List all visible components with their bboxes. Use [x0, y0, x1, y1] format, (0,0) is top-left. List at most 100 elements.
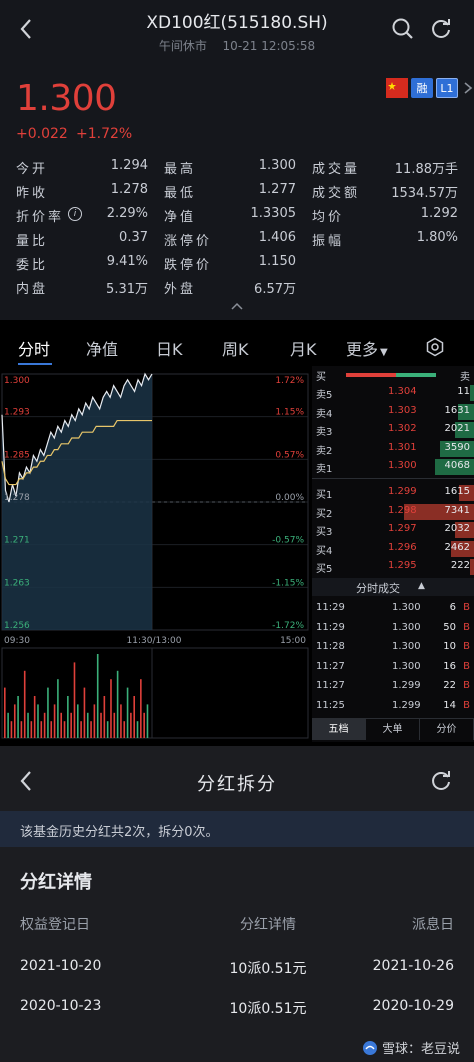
trade-volume: 14: [443, 699, 456, 711]
level-label: 买5: [316, 564, 333, 575]
trade-side: B: [463, 602, 470, 613]
level-price: 1.295: [388, 560, 417, 571]
level-volume: 7341: [444, 504, 470, 516]
snowball-logo-icon: [362, 1040, 377, 1055]
level-volume: 1615: [444, 486, 470, 497]
volume-bar: [86, 712, 89, 738]
trade-row: 11:29 1.300 50 B: [312, 620, 474, 638]
volume-bar: [50, 721, 53, 738]
tab-monthly-k[interactable]: 月K: [290, 336, 317, 360]
volume-bar: [37, 704, 39, 738]
trade-volume: 10: [443, 641, 456, 652]
price-change: +0.022: [16, 126, 68, 142]
quote-label: 净值: [164, 210, 197, 225]
ask-row[interactable]: 卖1 1.300 4068: [312, 458, 474, 476]
volume-bar: [113, 712, 116, 738]
x-tick: 09:30: [4, 636, 30, 646]
volume-bar: [103, 696, 106, 738]
level-price: 1.303: [388, 404, 417, 416]
level-label: 买2: [316, 508, 333, 520]
quote-label: 昨收: [16, 186, 49, 201]
y-tick-left: 1.263: [4, 578, 30, 588]
level-badge: L1: [436, 78, 458, 98]
bid-row[interactable]: 买1 1.299 1615: [312, 484, 474, 502]
volume-bar: [90, 721, 92, 738]
volume-bar: [126, 687, 129, 738]
tab-weekly-k[interactable]: 周K: [222, 336, 249, 360]
trade-time: 11:27: [316, 660, 345, 672]
volume-bar: [57, 679, 59, 738]
quote-label: 委比: [16, 258, 49, 273]
trade-volume: 22: [443, 680, 456, 691]
bid-row[interactable]: 买4 1.296 2462: [312, 540, 474, 558]
info-icon[interactable]: i: [68, 207, 82, 221]
ask-row[interactable]: 卖4 1.303 1631: [312, 403, 474, 421]
caret-up-icon: ▲: [418, 581, 425, 591]
settings-button[interactable]: [424, 336, 446, 358]
book-tab[interactable]: 五档: [312, 719, 366, 740]
level-price: 1.296: [388, 541, 417, 553]
volume-bar: [80, 721, 82, 738]
refresh-icon: [432, 19, 450, 38]
book-tab[interactable]: 分价: [420, 719, 474, 740]
tab-daily-k[interactable]: 日K: [156, 336, 183, 360]
volume-bar: [110, 679, 112, 738]
tab-intraday[interactable]: 分时: [18, 336, 50, 360]
watermark: 雪球：老豆说: [362, 1038, 460, 1057]
trade-volume: 6: [449, 602, 456, 613]
menu-icon[interactable]: [461, 78, 474, 98]
collapse-button[interactable]: [226, 298, 248, 314]
tab-nav[interactable]: 净值: [86, 336, 118, 360]
trade-side: B: [463, 660, 470, 672]
quote-value: 1.80%: [416, 230, 458, 245]
volume-bar: [93, 704, 96, 738]
status-text: 午间休市: [158, 39, 207, 53]
y-tick-left: 1.285: [4, 450, 30, 460]
ratio-bar-green: [396, 373, 436, 377]
search-button[interactable]: [388, 14, 418, 44]
row2-pay-date: 2020-10-29: [372, 998, 454, 1014]
refresh-button[interactable]: [426, 14, 456, 44]
book-bottom-tabs: 五档 大单 分价: [312, 718, 474, 740]
trade-row: 11:28 1.300 10 B: [312, 639, 474, 657]
level-label: 买3: [316, 527, 333, 538]
tab-more[interactable]: 更多 ▼: [346, 336, 388, 360]
sheet-refresh-button[interactable]: [426, 766, 456, 796]
trade-side: B: [463, 699, 470, 711]
col-header-record-date: 权益登记日: [20, 917, 90, 933]
bid-row[interactable]: 买2 1.298 7341: [312, 503, 474, 521]
trade-volume: 50: [443, 621, 456, 633]
quote-label[interactable]: 折价率: [16, 206, 64, 225]
ask-row[interactable]: 卖3 1.302 2021: [312, 421, 474, 439]
current-price: 1.300: [16, 78, 117, 119]
quote-value: 1.277: [258, 182, 296, 197]
quote-panel: XD100红(515180.SH) 午间休市 10-21 12:05:58 1.…: [0, 0, 474, 320]
refresh-icon: [432, 771, 450, 790]
book-tab[interactable]: 大单: [366, 719, 420, 740]
volume-bar: [77, 704, 79, 738]
section-title: 分红详情: [20, 872, 92, 893]
volume-bar: [27, 712, 29, 738]
volume-bar: [106, 721, 109, 738]
level-volume: 222: [450, 560, 470, 571]
trade-price: 1.300: [392, 621, 421, 633]
level-price: 1.301: [388, 441, 417, 453]
bid-row[interactable]: 买5 1.295 222: [312, 558, 474, 576]
level-label: 买4: [316, 545, 333, 557]
chevron-up-icon: [231, 302, 243, 310]
trade-side: B: [463, 680, 470, 691]
quote-label: 量比: [16, 234, 49, 249]
volume-bar: [13, 704, 16, 738]
china-flag-icon: [386, 78, 408, 98]
search-icon: [392, 18, 413, 39]
trade-time: 11:25: [316, 699, 345, 711]
quote-value: 6.57万: [254, 282, 296, 297]
ask-row[interactable]: 卖2 1.301 3590: [312, 440, 474, 458]
trades-header[interactable]: 分时成交 ▲: [312, 578, 474, 596]
level-price: 1.299: [388, 486, 417, 497]
level-label: 卖2: [316, 445, 333, 457]
ask-row[interactable]: 卖5 1.304 11: [312, 384, 474, 402]
y-tick-right: 1.15%: [275, 408, 304, 418]
intraday-chart[interactable]: 1.300 1.293 1.285 1.278 1.271 1.263 1.256 1.72%…: [0, 366, 310, 742]
bid-row[interactable]: 买3 1.297 2032: [312, 521, 474, 539]
